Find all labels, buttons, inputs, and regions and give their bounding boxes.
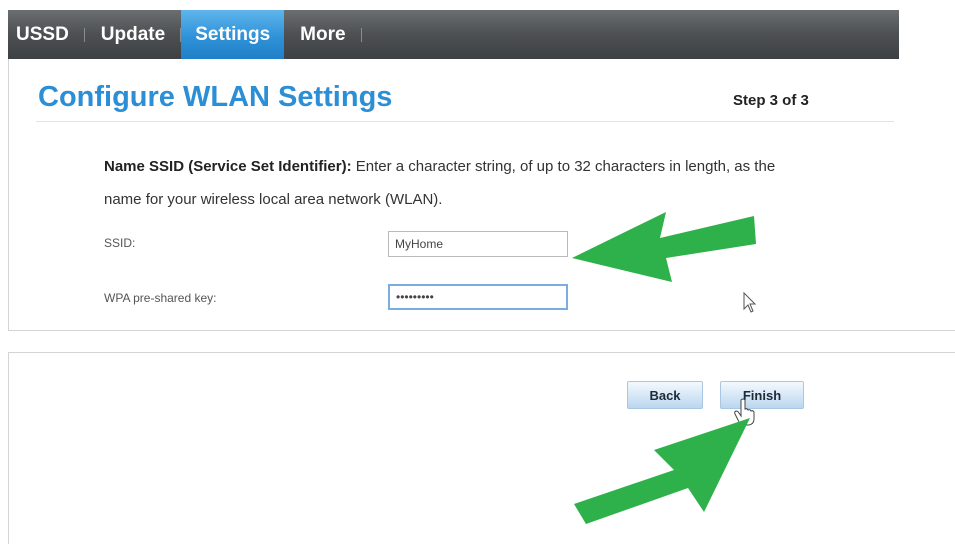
tab-more[interactable]: More xyxy=(284,10,362,59)
wpa-key-input[interactable] xyxy=(388,284,568,310)
top-nav-bar: USSD Update Settings More xyxy=(8,10,899,59)
tab-label: Settings xyxy=(195,23,271,45)
annotation-arrow-icon xyxy=(574,418,750,524)
tab-ussd[interactable]: USSD xyxy=(8,10,85,59)
page-title: Configure WLAN Settings xyxy=(38,81,393,113)
annotation-arrow-icon xyxy=(572,212,756,282)
back-button[interactable]: Back xyxy=(627,381,703,409)
tab-label: More xyxy=(300,23,346,45)
tab-update[interactable]: Update xyxy=(85,10,182,59)
button-panel-left-border xyxy=(8,352,9,544)
tab-settings[interactable]: Settings xyxy=(181,10,285,59)
ssid-input[interactable] xyxy=(388,231,568,257)
finish-button[interactable]: Finish xyxy=(720,381,804,409)
tab-label: USSD xyxy=(16,23,69,45)
arrow-pointer-cursor-icon xyxy=(743,292,757,313)
tab-label: Update xyxy=(100,23,166,45)
step-indicator: Step 3 of 3 xyxy=(733,92,809,109)
wpa-key-label: WPA pre-shared key: xyxy=(104,291,217,305)
ssid-label: SSID: xyxy=(104,236,136,250)
description-heading: Name SSID (Service Set Identifier): xyxy=(104,158,352,175)
title-divider xyxy=(36,121,894,122)
button-panel-top-border xyxy=(8,352,955,353)
